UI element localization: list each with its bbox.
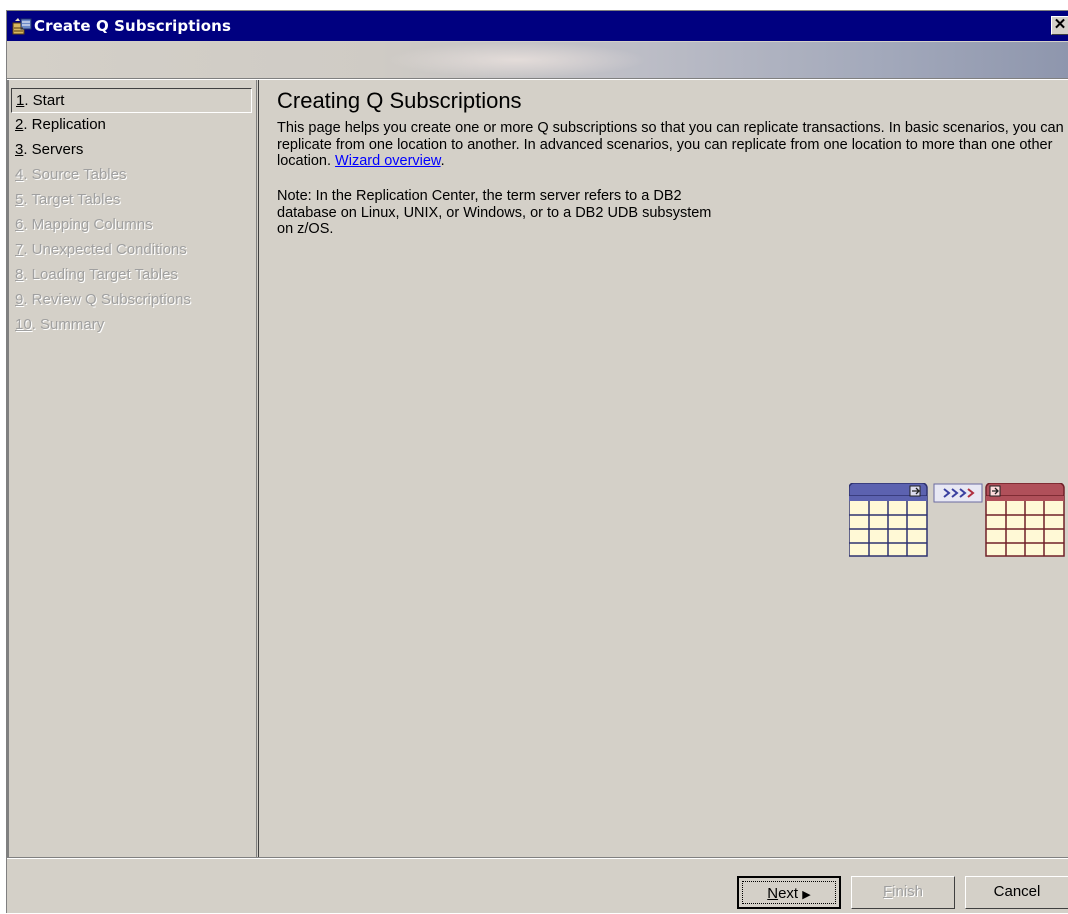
sidebar-step-4: 4. Source Tables: [11, 163, 251, 188]
sidebar-step-5: 5. Target Tables: [11, 188, 251, 213]
next-mnemonic: N: [767, 885, 779, 902]
steps-sidebar: 1. Start 2. Replication 3. Servers 4. Sourc…: [7, 80, 259, 857]
page-note: Note: In the Replication Center, the ter…: [277, 188, 837, 238]
step-label: . Replication: [23, 116, 106, 133]
source-table-icon: [849, 483, 928, 557]
main-panel: Creating Q Subscriptions This page helps…: [273, 80, 1064, 857]
step-number: 10: [15, 316, 32, 333]
step-label: . Target Tables: [23, 191, 121, 208]
steps-list: 1. Start 2. Replication 3. Servers 4. Sourc…: [11, 88, 252, 338]
page-title: Creating Q Subscriptions: [277, 88, 522, 113]
step-label: . Servers: [23, 141, 84, 158]
cancel-label: Cancel: [993, 883, 1041, 900]
next-label: ext: [778, 885, 799, 902]
note-line: Note: In the Replication Center, the ter…: [277, 188, 682, 204]
wizard-icon: [12, 18, 32, 35]
step-label: . Start: [24, 92, 65, 109]
step-label: . Loading Target Tables: [23, 266, 178, 283]
step-label: . Review Q Subscriptions: [23, 291, 191, 308]
page-description: This page helps you create one or more Q…: [277, 120, 1067, 170]
note-line: on z/OS.: [277, 221, 334, 237]
sidebar-step-8: 8. Loading Target Tables: [11, 263, 251, 288]
sidebar-step-2[interactable]: 2. Replication: [11, 113, 251, 138]
finish-mnemonic: F: [882, 883, 893, 900]
sidebar-step-6: 6. Mapping Columns: [11, 213, 251, 238]
window-title: Create Q Subscriptions: [34, 17, 231, 35]
wizard-banner: [7, 42, 1068, 78]
button-bar: Next ▶ Finish Cancel: [7, 857, 1068, 914]
close-icon: ✕: [1053, 16, 1067, 33]
cancel-button[interactable]: Cancel: [965, 876, 1068, 909]
step-label: . Unexpected Conditions: [23, 241, 187, 258]
title-bar[interactable]: Create Q Subscriptions ✕: [7, 11, 1068, 41]
step-label: . Source Tables: [23, 166, 127, 183]
next-button[interactable]: Next ▶: [737, 876, 841, 909]
wizard-window: Create Q Subscriptions ✕ 1. Start 2. Repl…: [6, 10, 1068, 913]
finish-label: inish: [892, 883, 924, 900]
replication-arrows-icon: [933, 483, 983, 503]
next-focus-rect: Next ▶: [742, 881, 836, 904]
sidebar-step-1[interactable]: 1. Start: [11, 88, 252, 113]
sidebar-step-3[interactable]: 3. Servers: [11, 138, 251, 163]
close-button[interactable]: ✕: [1051, 16, 1068, 35]
target-table-icon: [985, 483, 1065, 557]
banner-watermark: [387, 42, 647, 78]
sidebar-step-10: 10. Summary: [11, 313, 251, 338]
description-suffix: .: [440, 153, 445, 169]
play-arrow-icon: ▶: [802, 889, 811, 901]
sidebar-step-7: 7. Unexpected Conditions: [11, 238, 251, 263]
replication-tables-icon: [849, 483, 1065, 557]
wizard-overview-link[interactable]: Wizard overview: [335, 153, 441, 169]
finish-button[interactable]: Finish: [851, 876, 955, 909]
step-label: . Summary: [31, 316, 105, 333]
sidebar-step-9: 9. Review Q Subscriptions: [11, 288, 251, 313]
note-line: database on Linux, UNIX, or Windows, or …: [277, 204, 712, 221]
step-label: . Mapping Columns: [23, 216, 153, 233]
